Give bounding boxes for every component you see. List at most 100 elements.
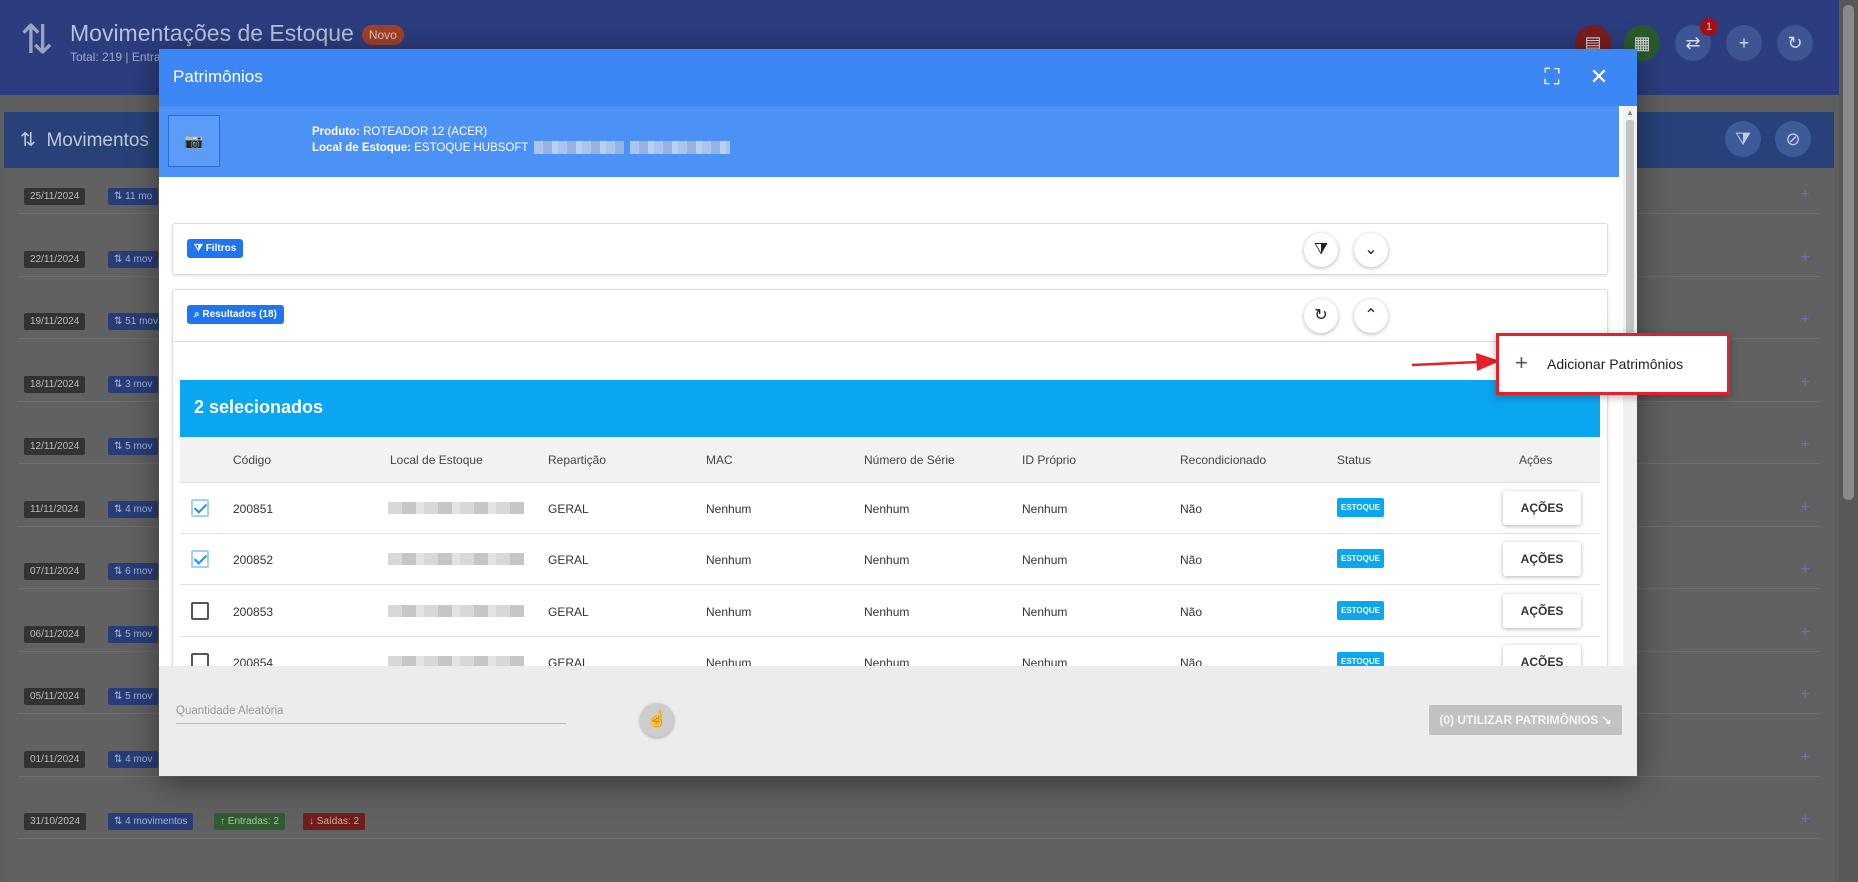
movement-count-badge: ⇅ 3 mov [108, 375, 159, 393]
results-divider [173, 341, 1607, 342]
add-patrimonios-menu: + Adicionar Patrimônios [1496, 333, 1730, 395]
expand-plus-icon[interactable]: + [1801, 249, 1810, 267]
expand-plus-icon[interactable]: + [1801, 561, 1810, 579]
cell-mac: Nenhum [706, 553, 752, 568]
cell-reparticao: GERAL [548, 604, 589, 619]
col-codigo[interactable]: Código [233, 453, 271, 467]
expand-plus-icon[interactable]: + [1801, 624, 1810, 642]
expand-plus-icon[interactable]: + [1801, 374, 1810, 392]
movement-date: 31/10/2024 [24, 813, 87, 830]
filter-icon[interactable]: ⧩ [1725, 121, 1761, 157]
modal-body: 📷 Produto: ROTEADOR 12 (ACER) Local de E… [159, 106, 1623, 666]
fullscreen-icon[interactable]: ⛶ [1539, 64, 1565, 90]
acoes-button[interactable]: AÇÕES [1503, 644, 1581, 666]
movement-count-badge: ⇅ 4 mov [108, 500, 159, 518]
add-circle-icon[interactable]: + [1726, 25, 1762, 61]
results-chip[interactable]: ⌕ Resultados (18) [187, 305, 284, 324]
modal-footer: Quantidade Aleatória ☝ (0) UTILIZAR PATR… [159, 666, 1637, 776]
page-scrollbar-thumb[interactable] [1843, 5, 1854, 500]
acoes-button[interactable]: AÇÕES [1503, 593, 1581, 628]
status-badge: ESTOQUE [1337, 549, 1384, 569]
expand-plus-icon[interactable]: + [1801, 499, 1810, 517]
cell-id-proprio: Nenhum [1022, 655, 1068, 666]
patrimonios-modal: Patrimônios ⛶ ✕ 📷 Produto: ROTEADOR 12 (… [159, 49, 1637, 776]
col-reparticao[interactable]: Repartição [548, 453, 606, 467]
expand-plus-icon[interactable]: + [1801, 311, 1810, 329]
movement-count-badge: ⇅ 4 mov [108, 250, 159, 268]
row-checkbox[interactable] [191, 601, 209, 620]
movement-date: 01/11/2024 [24, 750, 86, 768]
cell-codigo: 200853 [233, 604, 274, 619]
expand-plus-icon[interactable]: + [1801, 436, 1810, 454]
row-checkbox[interactable] [191, 652, 209, 666]
modal-header: Patrimônios ⛶ ✕ [159, 49, 1637, 106]
movement-date: 11/11/2024 [24, 500, 85, 518]
redacted-location [388, 604, 524, 617]
annotation-arrow [1411, 353, 1500, 371]
cell-serie: Nenhum [864, 502, 910, 516]
product-value: ROTEADOR 12 (ACER) [363, 126, 488, 138]
cell-id-proprio: Nenhum [1022, 553, 1068, 568]
page-title: Movimentações de Estoque Novo [70, 20, 404, 47]
movement-count-badge: ⇅ 11 mo [108, 188, 159, 205]
movement-date: 07/11/2024 [24, 563, 86, 580]
cell-codigo: 200854 [233, 655, 274, 666]
cell-serie: Nenhum [864, 553, 910, 568]
expand-plus-icon[interactable]: + [1801, 186, 1810, 204]
acoes-button[interactable]: AÇÕES [1503, 542, 1581, 577]
expand-plus-icon[interactable]: + [1801, 686, 1810, 704]
scroll-up-icon[interactable]: ▲ [1626, 108, 1634, 117]
col-acoes: Ações [1519, 453, 1553, 467]
camera-icon[interactable]: 📷 [168, 115, 220, 167]
movement-date: 19/11/2024 [24, 313, 86, 330]
clear-filter-icon[interactable]: ⧩ [1304, 233, 1338, 267]
col-status[interactable]: Status [1337, 453, 1371, 467]
product-label: Produto: [312, 126, 360, 138]
movement-count-badge: ⇅ 5 mov [108, 688, 159, 705]
row-checkbox[interactable] [191, 499, 209, 517]
movement-date: 22/11/2024 [24, 250, 86, 268]
table-row[interactable]: 200854 GERAL Nenhum Nenhum Nenhum Não ESTOQUE A… [180, 636, 1600, 666]
page-subtitle: Total: 219 | Entrad [70, 50, 168, 64]
row-checkbox[interactable] [191, 550, 209, 569]
cell-codigo: 200851 [233, 502, 274, 516]
acoes-button[interactable]: AÇÕES [1503, 491, 1581, 525]
col-mac[interactable]: MAC [706, 453, 733, 467]
add-patrimonios-option[interactable]: Adicionar Patrimônios [1547, 356, 1683, 372]
hide-icon[interactable]: ⊘ [1775, 121, 1811, 157]
use-patrimonios-button[interactable]: (0) UTILIZAR PATRIMÔNIOS ↘ [1429, 705, 1622, 735]
chevron-down-icon[interactable]: ⌄ [1354, 233, 1388, 267]
refresh-icon[interactable]: ↻ [1777, 25, 1813, 61]
cell-serie: Nenhum [864, 604, 910, 619]
movement-date: 06/11/2024 [24, 625, 86, 643]
movement-count-badge: ⇅ 4 mov [108, 750, 159, 768]
cell-reparticao: GERAL [548, 553, 589, 568]
movement-row[interactable]: 31/10/2024 ⇅ 4 movimentos ↑ Entradas: 2 ↓ S… [18, 801, 1820, 839]
movement-date: 12/11/2024 [24, 438, 86, 455]
expand-plus-icon[interactable]: + [1801, 811, 1810, 829]
cell-reparticao: GERAL [548, 655, 589, 666]
table-row[interactable]: 200851 GERAL Nenhum Nenhum Nenhum Não ESTOQUE A… [180, 483, 1600, 534]
cell-mac: Nenhum [706, 502, 752, 516]
col-recondicionado[interactable]: Recondicionado [1180, 453, 1266, 467]
chevron-up-icon[interactable]: ⌃ [1354, 299, 1388, 333]
hand-pointer-icon[interactable]: ☝ [640, 703, 674, 737]
table-row[interactable]: 200853 GERAL Nenhum Nenhum Nenhum Não ESTOQUE A… [180, 585, 1600, 637]
expand-plus-icon[interactable]: + [1801, 749, 1810, 767]
random-quantity-input[interactable]: Quantidade Aleatória [176, 705, 566, 724]
movement-count-badge: ⇅ 5 mov [108, 625, 159, 643]
col-serie[interactable]: Número de Série [864, 453, 955, 467]
movement-count-badge: ⇅ 51 mov [108, 313, 164, 330]
close-icon[interactable]: ✕ [1586, 64, 1612, 90]
col-id-proprio[interactable]: ID Próprio [1022, 453, 1076, 467]
refresh-results-icon[interactable]: ↻ [1304, 299, 1338, 333]
table-row[interactable]: 200852 GERAL Nenhum Nenhum Nenhum Não ESTOQUE A… [180, 534, 1600, 586]
filters-chip[interactable]: ⧩ Filtros [187, 239, 244, 258]
plus-icon: + [1515, 350, 1528, 375]
cell-recondicionado: Não [1180, 655, 1203, 666]
redacted-text [630, 141, 731, 155]
col-local[interactable]: Local de Estoque [390, 453, 483, 467]
selection-bar: 2 selecionados [180, 380, 1600, 437]
cell-recondicionado: Não [1180, 553, 1203, 568]
product-info: 📷 Produto: ROTEADOR 12 (ACER) Local de E… [159, 106, 1619, 177]
